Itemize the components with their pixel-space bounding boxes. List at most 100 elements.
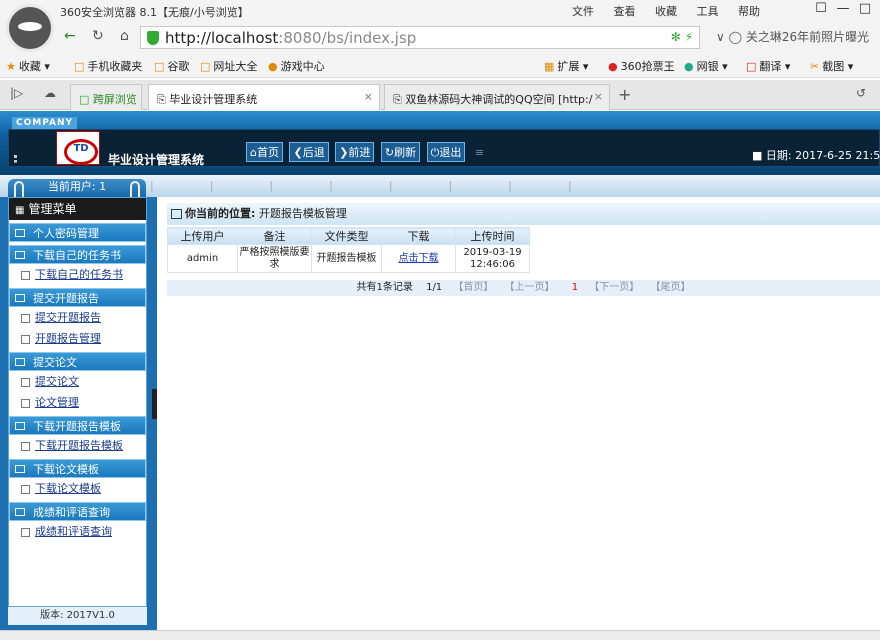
pagination: 共有1条记录 1/1 【首页】 【上一页】 1 【下一页】 【尾页】	[167, 280, 880, 296]
last-page-link[interactable]: 【尾页】	[650, 282, 690, 293]
page-icon: ⎘	[393, 93, 402, 106]
forward-button[interactable]: ❯前进	[335, 142, 375, 162]
page-icon: ⎘	[157, 93, 166, 106]
sidebar-section-thesis[interactable]: 提交论文	[9, 352, 146, 371]
system-header: COMPANY 毕业设计管理系统 ⌂首页 ❮后退 ❯前进 ↻刷新 ⏻退出 ≡ ■…	[0, 111, 880, 175]
sidebar-item-download-thesis-template[interactable]: 下载论文模板	[9, 478, 146, 499]
menu-view[interactable]: 查看	[614, 5, 636, 18]
back-button[interactable]: ❮后退	[289, 142, 329, 162]
search-input[interactable]: ∨ ◯ 关之琳26年前照片曝光	[716, 28, 880, 48]
document-icon	[21, 484, 30, 494]
column-header: 上传用户	[167, 227, 238, 245]
tab-qq-space[interactable]: ⎘ 双鱼林源码大神调试的QQ空间 [http:/×	[384, 84, 610, 110]
sidebar-section-proposal-template[interactable]: 下载开题报告模板	[9, 416, 146, 435]
screen-icon: □	[79, 93, 90, 106]
cell-remark: 严格按照模版要求	[237, 244, 312, 273]
first-page-link[interactable]: 【首页】	[453, 282, 493, 293]
ticket-icon: ●	[608, 60, 618, 73]
close-icon[interactable]: ×	[594, 90, 603, 103]
bookmark-extensions[interactable]: ▦ 扩展 ▾	[544, 58, 588, 74]
sidebar-item-proposal-manage[interactable]: 开题报告管理	[9, 328, 146, 349]
url-status-icons[interactable]: ✻ ⚡	[671, 30, 693, 44]
sidebar-toggle-icon[interactable]: |▷	[10, 86, 23, 100]
home-button[interactable]: ⌂首页	[246, 142, 283, 162]
menu-tools[interactable]: 工具	[697, 5, 719, 18]
version-label: 版本: 2017V1.0	[8, 607, 147, 625]
sidebar-item-thesis-manage[interactable]: 论文管理	[9, 392, 146, 413]
current-page: 1	[571, 282, 579, 293]
sidebar-item-submit-proposal[interactable]: 提交开题报告	[9, 307, 146, 328]
column-header: 上传时间	[455, 227, 530, 245]
record-count: 共有1条记录	[356, 282, 413, 293]
maximize-icon[interactable]: □	[854, 1, 876, 16]
menu-favorites[interactable]: 收藏	[655, 5, 677, 18]
next-page-link[interactable]: 【下一页】	[589, 282, 639, 293]
browser-statusbar	[0, 630, 880, 640]
sidebar-item-grades-query[interactable]: 成绩和评语查询	[9, 521, 146, 542]
url-input[interactable]: http://localhost:8080/bs/index.jsp ✻ ⚡	[140, 26, 700, 49]
tab-graduation-system[interactable]: ⎘ 毕业设计管理系统 ×	[148, 84, 380, 110]
prev-page-link[interactable]: 【上一页】	[505, 282, 555, 293]
sidebar-item-submit-thesis[interactable]: 提交论文	[9, 371, 146, 392]
bank-icon: ●	[684, 60, 694, 73]
page-icon: □	[154, 60, 165, 73]
sidebar-section-task[interactable]: 下载自己的任务书	[9, 245, 146, 264]
tab-cross-screen[interactable]: □ 跨屏浏览	[70, 84, 142, 110]
bookmark-mobile[interactable]: □ 手机收藏夹	[74, 58, 142, 74]
browser-logo-icon[interactable]	[6, 4, 54, 52]
sidebar-item-download-task[interactable]: 下载自己的任务书	[9, 264, 146, 285]
skin-icon[interactable]: ☐	[810, 1, 832, 16]
bookmark-favorites[interactable]: ★ 收藏 ▾	[6, 58, 50, 74]
security-shield-icon	[147, 31, 159, 45]
main-content: 你当前的位置: 开题报告模板管理 上传用户 备注 文件类型 下载 上传时间 ad…	[157, 197, 880, 637]
document-icon	[21, 398, 30, 408]
sidebar-section-proposal[interactable]: 提交开题报告	[9, 288, 146, 307]
column-header: 文件类型	[311, 227, 382, 245]
template-table: 上传用户 备注 文件类型 下载 上传时间 admin 严格按照模版要求 开题报告…	[167, 227, 530, 273]
document-icon	[21, 527, 30, 537]
table-row: admin 严格按照模版要求 开题报告模板 点击下载 2019-03-19 12…	[167, 244, 530, 273]
bookmark-screenshot[interactable]: ✂ 截图 ▾	[810, 58, 853, 74]
system-title: 毕业设计管理系统	[108, 153, 205, 167]
browser-title: 360安全浏览器 8.1【无痕/小号浏览】	[60, 6, 249, 19]
menu-file[interactable]: 文件	[572, 5, 594, 18]
phone-icon: □	[74, 60, 85, 73]
sidebar-item-download-proposal-template[interactable]: 下载开题报告模板	[9, 435, 146, 456]
close-icon[interactable]: ×	[364, 90, 373, 103]
current-user-label: 当前用户: 1	[8, 179, 146, 199]
system-logo	[56, 131, 100, 165]
bookmark-google[interactable]: □ 谷歌	[154, 58, 189, 74]
download-link[interactable]: 点击下载	[399, 253, 439, 264]
bookmark-sites[interactable]: □ 网址大全	[200, 58, 257, 74]
company-badge: COMPANY	[12, 117, 77, 129]
bookmark-tickets[interactable]: ● 360抢票王	[608, 58, 675, 74]
document-icon	[21, 270, 30, 280]
home-icon[interactable]: ⌂	[120, 28, 129, 44]
bookmark-games[interactable]: ● 游戏中心	[268, 58, 325, 74]
translate-icon: □	[746, 60, 757, 73]
sidebar-title: ▦ 管理菜单	[9, 198, 146, 220]
breadcrumb: 你当前的位置: 开题报告模板管理	[167, 203, 880, 225]
refresh-icon[interactable]: ↻	[92, 28, 104, 44]
new-tab-icon[interactable]: +	[618, 85, 631, 104]
cell-file-type: 开题报告模板	[311, 244, 382, 273]
section-icon	[15, 508, 25, 516]
search-text: 关之琳26年前照片曝光	[745, 30, 870, 44]
bookmark-bank[interactable]: ● 网银 ▾	[684, 58, 728, 74]
sidebar-section-password[interactable]: 个人密码管理	[9, 223, 146, 242]
sidebar-section-grades[interactable]: 成绩和评语查询	[9, 502, 146, 521]
browser-titlebar: 360安全浏览器 8.1【无痕/小号浏览】 文件 查看 收藏 工具 帮助 ☐ — □	[0, 0, 880, 52]
logout-button[interactable]: ⏻退出	[426, 142, 466, 162]
refresh-button[interactable]: ↻刷新	[380, 142, 421, 162]
web-page: COMPANY 毕业设计管理系统 ⌂首页 ❮后退 ❯前进 ↻刷新 ⏻退出 ≡ ■…	[0, 111, 880, 640]
menu-help[interactable]: 帮助	[738, 5, 760, 18]
document-icon	[21, 441, 30, 451]
section-icon	[15, 422, 25, 430]
back-arrow-icon[interactable]: ←	[64, 28, 76, 44]
restore-tab-icon[interactable]: ↺	[856, 86, 866, 100]
sidebar-section-thesis-template[interactable]: 下载论文模板	[9, 459, 146, 478]
bookmark-translate[interactable]: □ 翻译 ▾	[746, 58, 790, 74]
grid-icon: ▦	[15, 205, 25, 216]
cloud-icon[interactable]: ☁	[44, 86, 56, 100]
minimize-icon[interactable]: —	[832, 1, 854, 16]
